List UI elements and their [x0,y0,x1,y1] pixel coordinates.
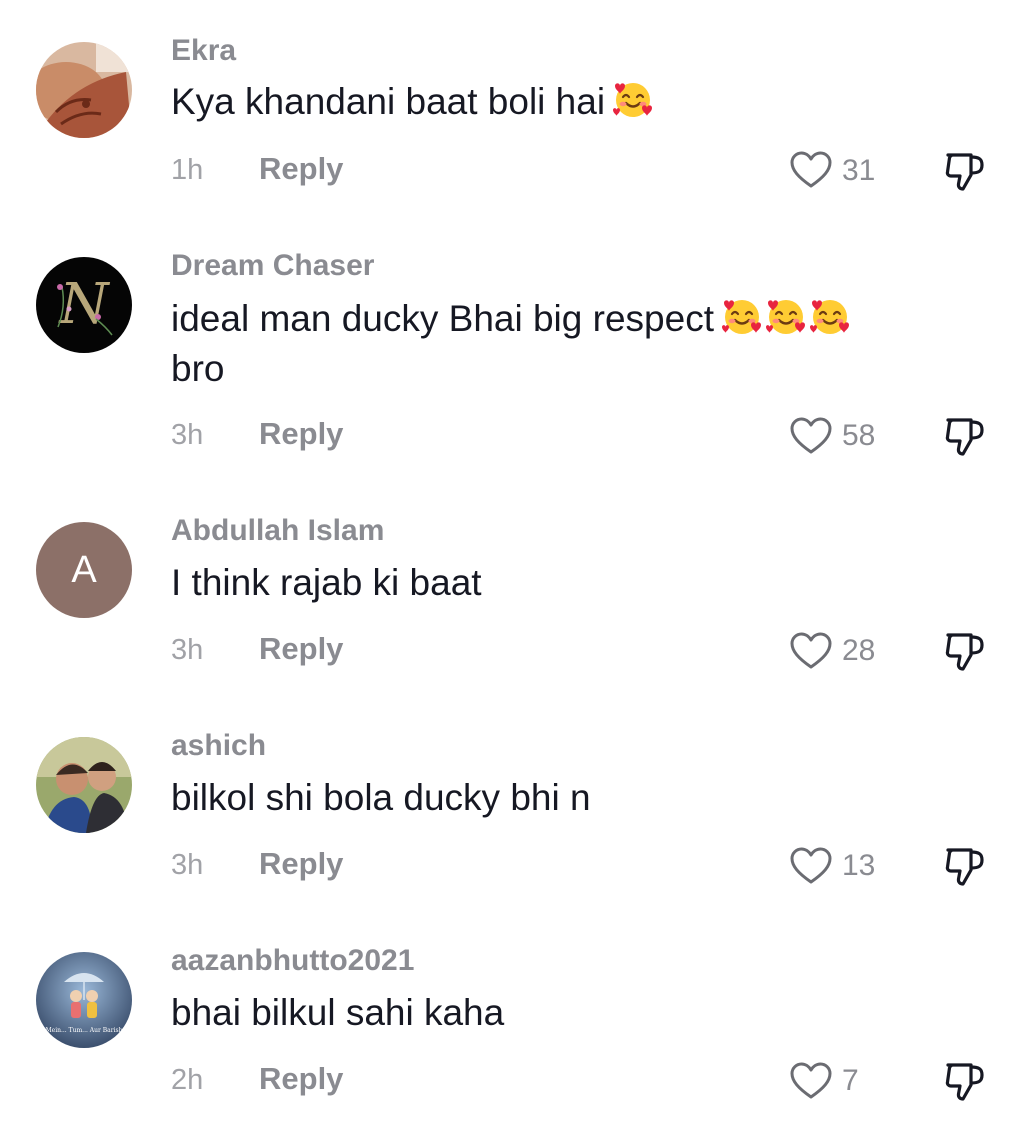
comment-username[interactable]: Ekra [171,34,236,68]
comment-text-body: I think rajab ki baat [171,562,482,603]
comment-text: bhai bilkul sahi kaha [171,988,971,1038]
heart-icon[interactable] [789,631,833,671]
comment-text: I think rajab ki baat [171,558,971,608]
like-count: 28 [842,634,876,667]
avatar[interactable]: A [36,522,132,618]
heart-icon[interactable] [789,846,833,886]
comment-username[interactable]: Abdullah Islam [171,514,384,548]
like-count: 58 [842,419,876,452]
comment-text: bilkol shi bola ducky bhi n [171,773,971,823]
reply-button[interactable]: Reply [259,1061,343,1097]
reply-button[interactable]: Reply [259,631,343,667]
thumbs-down-icon[interactable] [942,413,988,459]
avatar-photo-icon [36,737,132,833]
reply-button[interactable]: Reply [259,151,343,187]
avatar[interactable]: N [36,257,132,353]
avatar-illustration-icon: Mein... Tum... Aur Barish [36,952,132,1048]
comment-time: 3h [171,634,204,666]
heart-icon[interactable] [789,416,833,456]
comment-text: Kya khandani baat boli hai [171,77,971,127]
comment-text: ideal man ducky Bhai big respect bro [171,294,971,394]
avatar-letter-n-icon: N [36,257,132,353]
comment-text-body: Kya khandani baat boli hai [171,81,606,122]
comment-text-body: bilkol shi bola ducky bhi n [171,777,591,818]
smiling-face-with-hearts-icon [611,78,655,122]
avatar[interactable]: Mein... Tum... Aur Barish [36,952,132,1048]
smiling-face-with-hearts-icon [808,295,852,339]
avatar-initial: A [71,548,97,591]
like-count: 13 [842,849,876,882]
reply-button[interactable]: Reply [259,416,343,452]
comment-text-body: ideal man ducky Bhai big respect [171,298,714,339]
comment-username[interactable]: ashich [171,729,266,763]
heart-icon[interactable] [789,150,833,190]
svg-text:N: N [58,272,111,337]
thumbs-down-icon[interactable] [942,843,988,889]
comment-username[interactable]: aazanbhutto2021 [171,944,414,978]
comment-username[interactable]: Dream Chaser [171,249,374,283]
comment-text-body: bhai bilkul sahi kaha [171,992,505,1033]
smiling-face-with-hearts-icon [764,295,808,339]
like-count: 7 [842,1064,859,1097]
comment-time: 2h [171,1064,204,1096]
thumbs-down-icon[interactable] [942,1058,988,1104]
like-count: 31 [842,154,876,187]
heart-icon[interactable] [789,1061,833,1101]
comment-time: 3h [171,849,204,881]
comment-time: 3h [171,419,204,451]
thumbs-down-icon[interactable] [942,148,988,194]
avatar[interactable] [36,737,132,833]
avatar[interactable] [36,42,132,138]
smiling-face-with-hearts-icon [720,295,764,339]
avatar-photo-icon [36,42,132,138]
comment-time: 1h [171,154,204,186]
reply-button[interactable]: Reply [259,846,343,882]
comment-text-end: bro [171,348,225,389]
avatar-caption: Mein... Tum... Aur Barish [46,1027,123,1034]
thumbs-down-icon[interactable] [942,628,988,674]
